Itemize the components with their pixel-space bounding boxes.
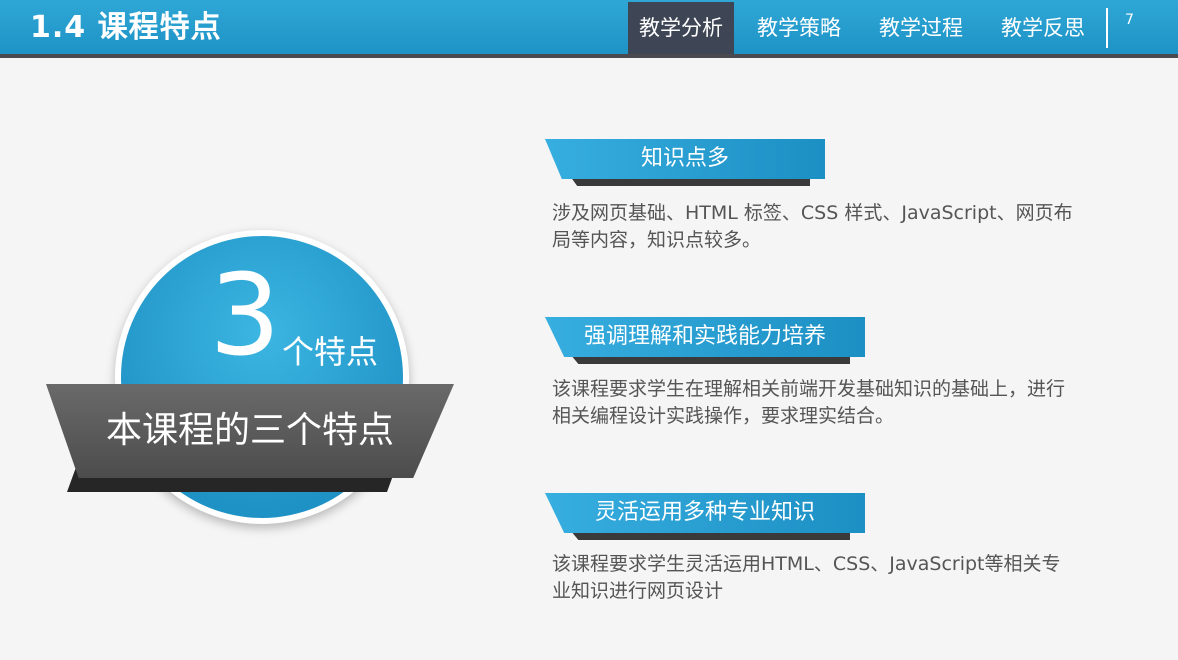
feature-description-knowledge-points: 涉及网页基础、HTML 标签、CSS 样式、JavaScript、网页布局等内容… — [552, 202, 1073, 251]
feature-count-suffix: 个特点 — [282, 333, 379, 371]
tab-teaching-reflection[interactable]: 教学反思 — [990, 2, 1096, 54]
feature-description-practice-ability: 该课程要求学生在理解相关前端开发基础知识的基础上，进行相关编程设计实践操作，要求… — [552, 378, 1066, 427]
feature-description-flexible-knowledge: 该课程要求学生灵活运用HTML、CSS、JavaScript等相关专业知识进行网… — [552, 553, 1061, 602]
header-divider-line — [0, 54, 1178, 58]
page-title: 1.4 课程特点 — [30, 10, 222, 45]
tab-teaching-strategy[interactable]: 教学策略 — [746, 2, 852, 54]
feature-title-practice-ability: 强调理解和实践能力培养 — [545, 317, 865, 357]
page-number: 7 — [1125, 12, 1134, 28]
header-separator — [1106, 8, 1108, 48]
feature-title-knowledge-points: 知识点多 — [545, 139, 825, 179]
tab-teaching-analysis[interactable]: 教学分析 — [628, 2, 734, 54]
feature-count-number: 3 — [209, 251, 281, 381]
ribbon-label: 本课程的三个特点 — [105, 410, 394, 451]
tab-teaching-process[interactable]: 教学过程 — [868, 2, 974, 54]
feature-title-flexible-knowledge: 灵活运用多种专业知识 — [545, 493, 865, 533]
